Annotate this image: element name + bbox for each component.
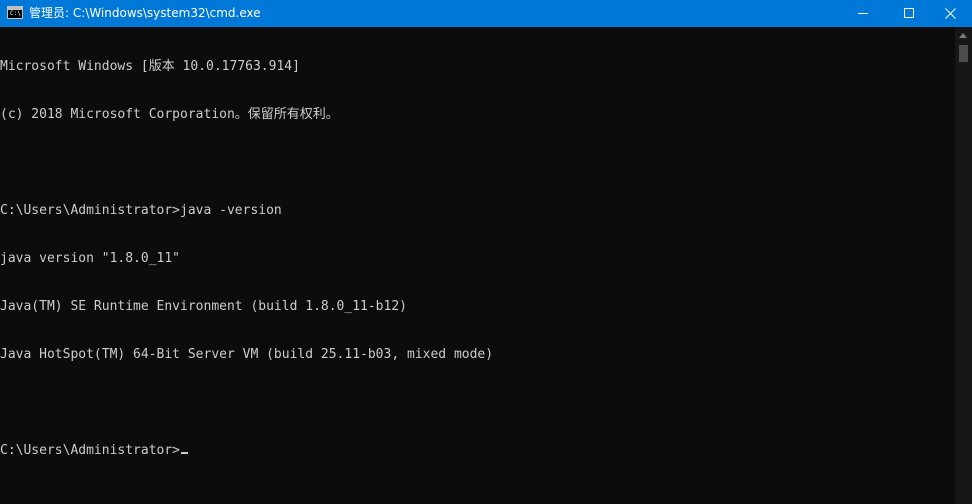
maximize-button[interactable] bbox=[886, 0, 932, 27]
console-output[interactable]: Microsoft Windows [版本 10.0.17763.914] (c… bbox=[0, 27, 955, 504]
cmd-window: C:\ 管理员: C:\Windows\system32\cmd.exe Mic… bbox=[0, 0, 972, 504]
cmd-icon[interactable]: C:\ bbox=[7, 6, 23, 19]
minimize-button[interactable] bbox=[840, 0, 886, 27]
prompt-text: C:\Users\Administrator> bbox=[0, 443, 181, 458]
console-line: (c) 2018 Microsoft Corporation。保留所有权利。 bbox=[0, 107, 339, 122]
console-line: Java HotSpot(TM) 64-Bit Server VM (build… bbox=[0, 347, 494, 362]
console-line: Microsoft Windows [版本 10.0.17763.914] bbox=[0, 59, 300, 74]
scroll-up-arrow-icon[interactable] bbox=[959, 33, 967, 38]
close-icon bbox=[945, 8, 956, 19]
prompt-line[interactable]: C:\Users\Administrator> bbox=[0, 443, 955, 459]
window-title: 管理员: C:\Windows\system32\cmd.exe bbox=[29, 6, 261, 20]
maximize-icon bbox=[904, 8, 914, 18]
text-cursor bbox=[181, 452, 189, 454]
title-bar[interactable]: C:\ 管理员: C:\Windows\system32\cmd.exe bbox=[0, 0, 972, 27]
minimize-icon bbox=[858, 13, 868, 14]
vertical-scrollbar[interactable] bbox=[955, 27, 972, 504]
console-line: C:\Users\Administrator>java -version bbox=[0, 203, 282, 218]
scroll-thumb[interactable] bbox=[959, 45, 968, 62]
close-button[interactable] bbox=[932, 0, 972, 27]
console-line: Java(TM) SE Runtime Environment (build 1… bbox=[0, 299, 407, 314]
console-line: java version "1.8.0_11" bbox=[0, 251, 181, 266]
